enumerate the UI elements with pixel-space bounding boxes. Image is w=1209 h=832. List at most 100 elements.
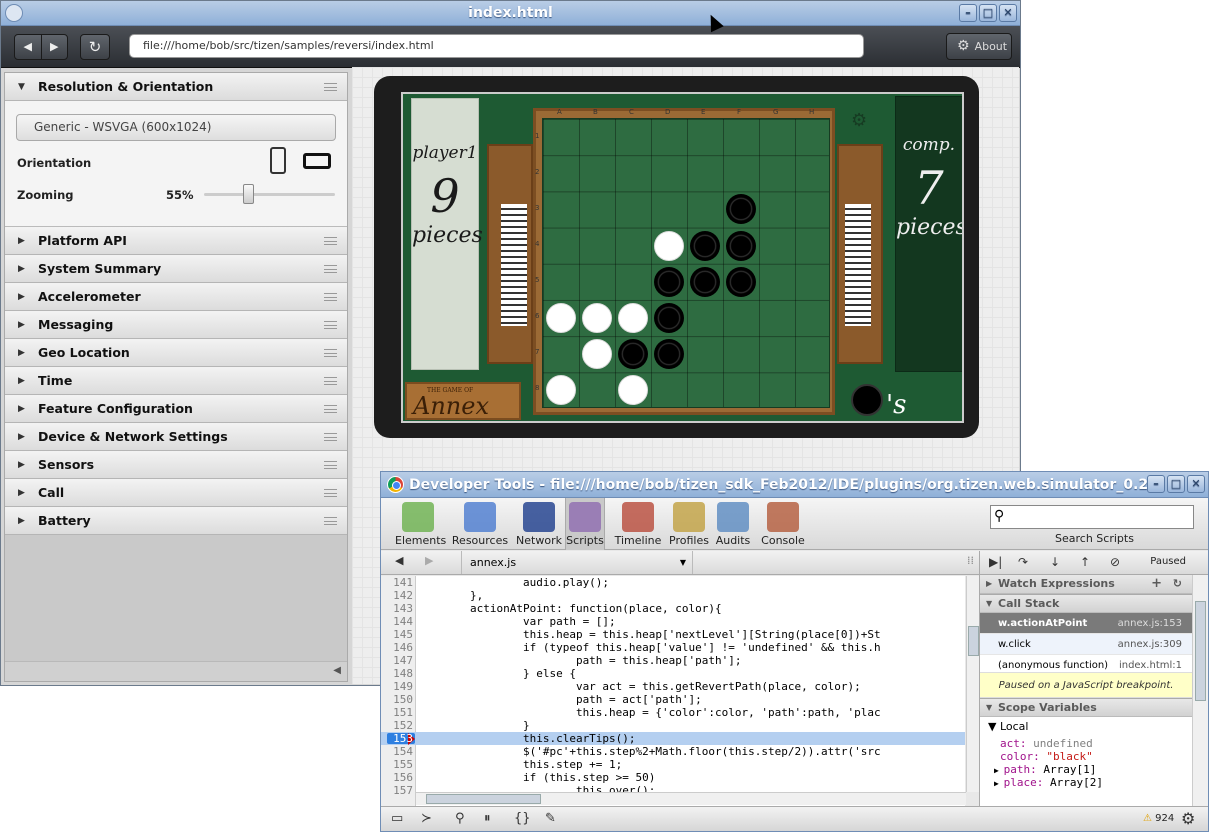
code-line[interactable]: 153 this.clearTips();: [381, 732, 965, 745]
code-line[interactable]: 149 var act = this.getRevertPath(place, …: [381, 680, 965, 693]
tab-resources[interactable]: Resources: [451, 498, 509, 550]
drag-handle-icon[interactable]: [324, 321, 337, 329]
scope-variable[interactable]: ▶ path: Array[1]: [994, 763, 1096, 776]
maximize-button[interactable]: □: [979, 4, 997, 22]
code-line[interactable]: 155 this.step += 1;: [381, 758, 965, 771]
tab-audits[interactable]: Audits: [713, 498, 753, 550]
step-out-icon[interactable]: ↑: [1080, 555, 1090, 569]
pause-exceptions-icon[interactable]: ⏸: [484, 811, 491, 826]
frame-location[interactable]: annex.js:309: [1118, 634, 1182, 655]
sidebar-footer[interactable]: ◀: [5, 661, 347, 681]
callstack-frame[interactable]: w.actionAtPoint annex.js:153: [980, 613, 1192, 634]
search-scripts-input[interactable]: ⚲: [990, 505, 1194, 529]
refresh-icon[interactable]: ↻: [1173, 575, 1182, 593]
panel-call[interactable]: ▶ Call: [5, 479, 347, 507]
panel-battery[interactable]: ▶ Battery: [5, 507, 347, 535]
drag-handle-icon[interactable]: [324, 265, 337, 273]
about-button[interactable]: ⚙ About: [946, 33, 1012, 60]
close-button[interactable]: ✕: [999, 4, 1017, 22]
drag-handle-icon[interactable]: [324, 461, 337, 469]
devtools-minimize-button[interactable]: –: [1147, 475, 1165, 493]
line-number[interactable]: 153: [381, 732, 413, 745]
tab-profiles[interactable]: Profiles: [667, 498, 711, 550]
nav-forward-icon[interactable]: ▶: [425, 554, 433, 567]
devtools-titlebar[interactable]: Developer Tools - file:///home/bob/tizen…: [381, 472, 1208, 498]
drag-handle-icon[interactable]: [324, 237, 337, 245]
step-over-icon[interactable]: ↷: [1018, 555, 1028, 569]
line-number[interactable]: 157: [381, 784, 413, 797]
forward-button[interactable]: ▶: [42, 35, 68, 59]
line-number[interactable]: 143: [381, 602, 413, 615]
pretty-print-icon[interactable]: {}: [514, 811, 531, 826]
scope-variable[interactable]: ▶ place: Array[2]: [994, 776, 1103, 789]
add-icon[interactable]: +: [1151, 575, 1162, 593]
code-line[interactable]: 142 },: [381, 589, 965, 602]
drag-handle-icon[interactable]: [324, 489, 337, 497]
frame-location[interactable]: annex.js:153: [1118, 613, 1182, 634]
panel-accelerometer[interactable]: ▶ Accelerometer: [5, 283, 347, 311]
panel-platform-api[interactable]: ▶ Platform API: [5, 227, 347, 255]
code-editor[interactable]: 141 audio.play(); 142 }, 143 actionAtPoint…: [381, 576, 965, 806]
window-titlebar[interactable]: index.html – □ ✕: [1, 1, 1020, 26]
code-line[interactable]: 152 }: [381, 719, 965, 732]
code-line[interactable]: 151 this.heap = {'color':color, 'path':p…: [381, 706, 965, 719]
scope-variable[interactable]: color: "black": [1000, 750, 1093, 763]
code-line[interactable]: 144 var path = [];: [381, 615, 965, 628]
scope-variables-header[interactable]: ▼ Scope Variables: [980, 698, 1192, 717]
step-into-icon[interactable]: ↓: [1050, 555, 1060, 569]
callstack-frame[interactable]: w.click annex.js:309: [980, 634, 1192, 655]
panel-sensors[interactable]: ▶ Sensors: [5, 451, 347, 479]
tab-elements[interactable]: Elements: [395, 498, 446, 550]
console-toggle-icon[interactable]: ≻: [421, 811, 432, 826]
code-line[interactable]: 148 } else {: [381, 667, 965, 680]
edit-icon[interactable]: ✎: [545, 811, 556, 826]
line-number[interactable]: 149: [381, 680, 413, 693]
line-number[interactable]: 154: [381, 745, 413, 758]
warning-count[interactable]: ⚠ 924: [1143, 813, 1174, 824]
line-number[interactable]: 141: [381, 576, 413, 589]
search-icon[interactable]: ⚲: [455, 811, 465, 826]
code-vscroll[interactable]: [966, 576, 979, 792]
watch-expressions-header[interactable]: ▶ Watch Expressions + ↻: [980, 575, 1192, 594]
line-number[interactable]: 148: [381, 667, 413, 680]
line-number[interactable]: 145: [381, 628, 413, 641]
panel-feature-configuration[interactable]: ▶ Feature Configuration: [5, 395, 347, 423]
drag-handle-icon[interactable]: [324, 349, 337, 357]
code-line[interactable]: 147 path = this.heap['path'];: [381, 654, 965, 667]
local-scope[interactable]: ▼ Local: [988, 720, 1028, 733]
code-line[interactable]: 150 path = act['path'];: [381, 693, 965, 706]
tab-timeline[interactable]: Timeline: [614, 498, 662, 550]
settings-gear-icon[interactable]: ⚙: [1181, 809, 1195, 828]
panel-system-summary[interactable]: ▶ System Summary: [5, 255, 347, 283]
code-hscroll[interactable]: [416, 792, 966, 805]
deactivate-breakpoints-icon[interactable]: ⊘: [1110, 555, 1120, 569]
devtools-maximize-button[interactable]: □: [1167, 475, 1185, 493]
drag-handle-icon[interactable]: [324, 83, 337, 91]
expand-icon[interactable]: ▶: [994, 766, 1004, 775]
tab-console[interactable]: Console: [758, 498, 808, 550]
expand-icon[interactable]: ▶: [994, 779, 1004, 788]
line-number[interactable]: 146: [381, 641, 413, 654]
panel-time[interactable]: ▶ Time: [5, 367, 347, 395]
line-number[interactable]: 150: [381, 693, 413, 706]
drag-handle-icon[interactable]: [324, 517, 337, 525]
tab-scripts[interactable]: Scripts: [565, 498, 605, 550]
code-line[interactable]: 156 if (this.step >= 50): [381, 771, 965, 784]
line-number[interactable]: 151: [381, 706, 413, 719]
nav-back-icon[interactable]: ◀: [395, 554, 403, 567]
back-button[interactable]: ◀: [15, 35, 42, 59]
game-board[interactable]: [542, 118, 830, 408]
scope-variable[interactable]: act: undefined: [1000, 737, 1093, 750]
drag-handle-icon[interactable]: [324, 405, 337, 413]
minimize-button[interactable]: –: [959, 4, 977, 22]
drag-handle-icon[interactable]: [324, 293, 337, 301]
url-field[interactable]: file:///home/bob/src/tizen/samples/rever…: [129, 34, 864, 58]
code-line[interactable]: 146 if (typeof this.heap['value'] != 'un…: [381, 641, 965, 654]
drag-handle-icon[interactable]: [324, 433, 337, 441]
code-line[interactable]: 145 this.heap = this.heap['nextLevel'][S…: [381, 628, 965, 641]
resume-icon[interactable]: ▶|: [989, 555, 1002, 569]
debugger-vscroll[interactable]: [1192, 575, 1208, 806]
reload-button[interactable]: ↻: [80, 34, 110, 60]
portrait-phone-icon[interactable]: [270, 147, 286, 174]
code-line[interactable]: 141 audio.play();: [381, 576, 965, 589]
